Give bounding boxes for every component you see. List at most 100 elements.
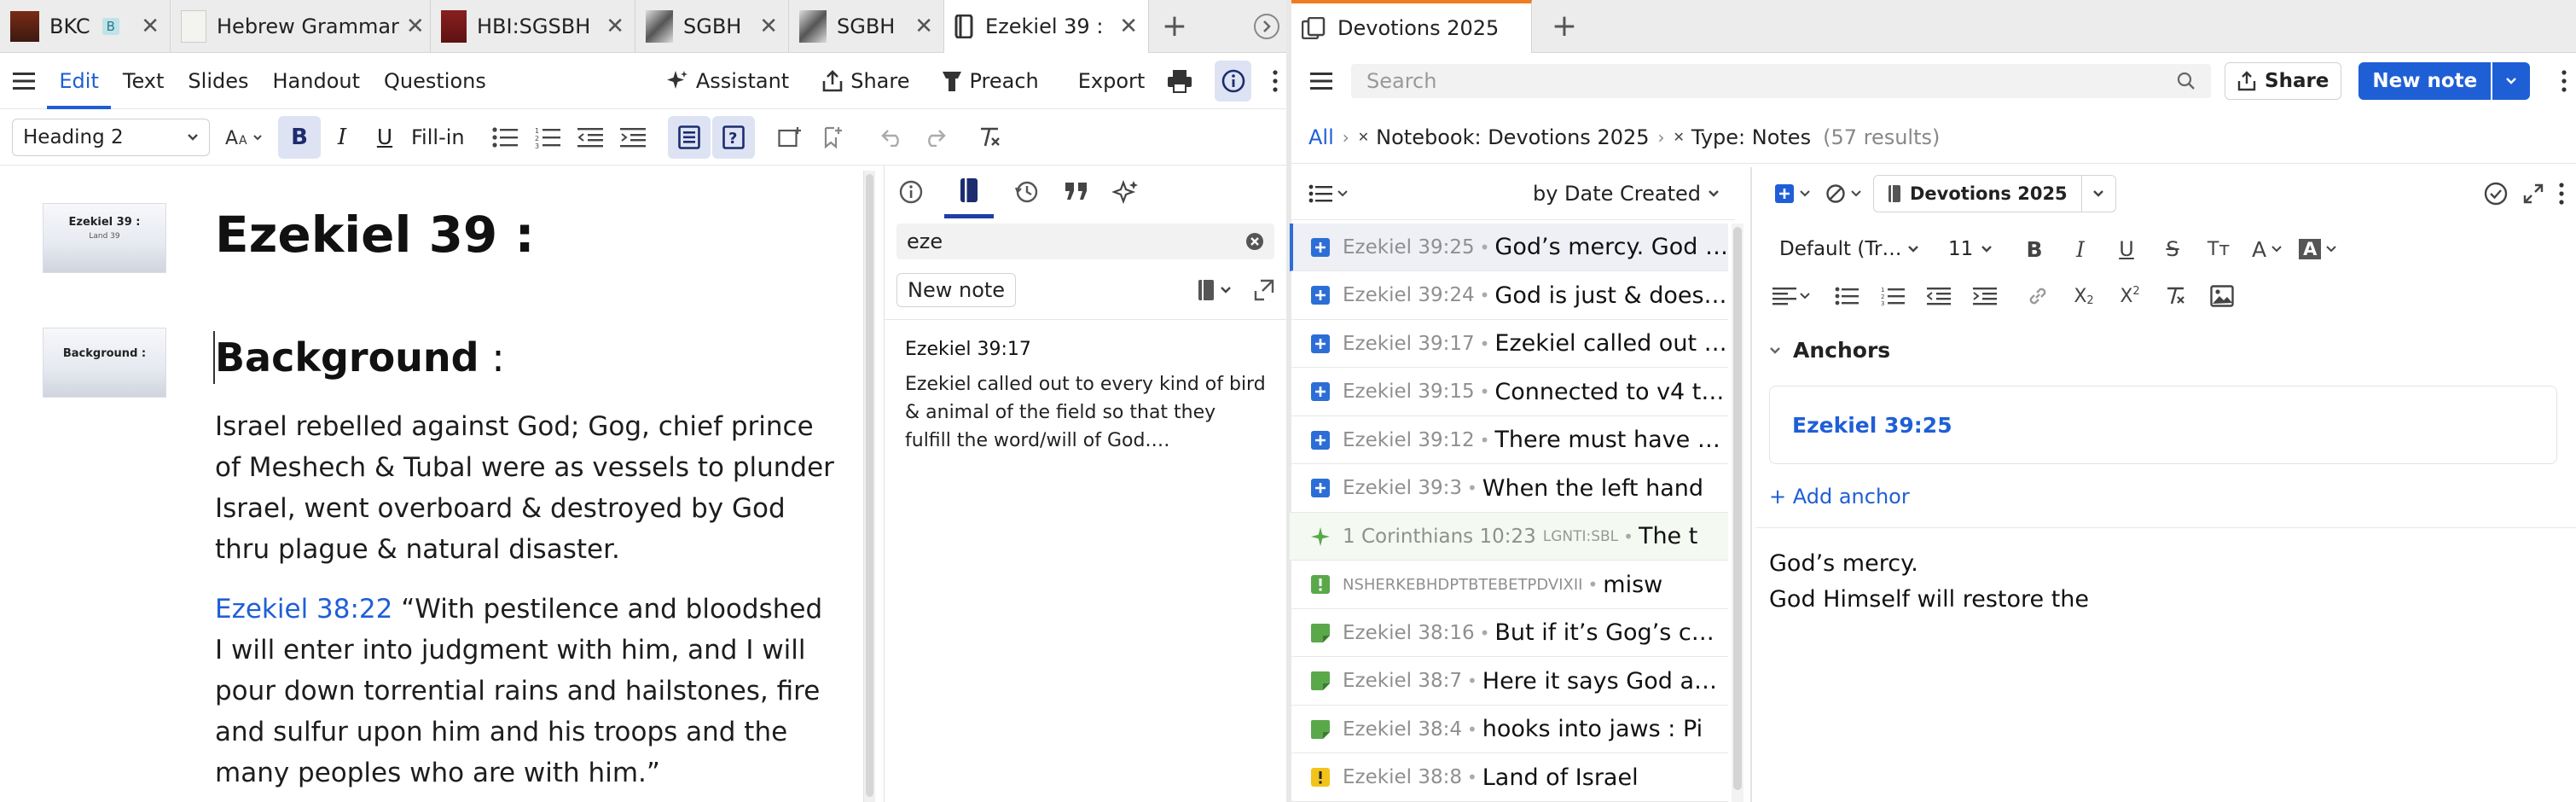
close-icon[interactable]: ✕: [599, 14, 624, 39]
tab-hebrew-grammar[interactable]: Hebrew Grammar ✕: [171, 0, 431, 53]
expand-icon[interactable]: [2523, 183, 2544, 204]
add-anchor-button[interactable]: + Add anchor: [1769, 485, 1910, 509]
underline-icon[interactable]: U: [363, 116, 406, 159]
notebook-select[interactable]: Devotions 2025: [1873, 175, 2082, 212]
side-result-item[interactable]: Ezekiel 39:17 Ezekiel called out to ever…: [885, 320, 1286, 474]
notebook-picker[interactable]: [1198, 279, 1232, 301]
list-item[interactable]: Ezekiel 38:7 • Here it says God asks: [1290, 658, 1728, 706]
outdent-icon[interactable]: [1917, 275, 1960, 317]
list-scrollbar[interactable]: [1732, 224, 1743, 802]
list-item[interactable]: NSHERKEBHDPTBTEBETPDVIXII • misw: [1290, 561, 1728, 609]
close-icon[interactable]: ✕: [134, 14, 160, 39]
font-size-icon[interactable]: AA: [218, 116, 271, 159]
hamburger-menu-icon[interactable]: [0, 55, 47, 108]
notebook-icon[interactable]: [944, 166, 994, 218]
menu-edit[interactable]: Edit: [47, 53, 111, 109]
filter-all[interactable]: All: [1308, 125, 1334, 149]
outdent-icon[interactable]: [569, 116, 612, 159]
menu-questions[interactable]: Questions: [372, 55, 498, 108]
document-heading[interactable]: Background :: [215, 329, 505, 386]
notebook-dropdown[interactable]: [2081, 175, 2116, 212]
redo-icon[interactable]: [914, 116, 956, 159]
add-tab-button[interactable]: +: [1157, 9, 1192, 44]
strikethrough-icon[interactable]: S: [2151, 228, 2194, 270]
menu-slides[interactable]: Slides: [176, 55, 260, 108]
clear-formatting-icon[interactable]: [2155, 275, 2197, 317]
add-tab-button[interactable]: +: [1547, 9, 1581, 44]
underline-icon[interactable]: U: [2105, 228, 2148, 270]
bullet-list-icon[interactable]: [1825, 275, 1868, 317]
close-icon[interactable]: ✕: [399, 14, 425, 39]
add-slide-icon[interactable]: [769, 116, 811, 159]
tab-devotions-2025[interactable]: Devotions 2025: [1291, 0, 1532, 53]
insert-image-icon[interactable]: [2201, 275, 2243, 317]
bold-icon[interactable]: B: [2013, 228, 2056, 270]
history-icon[interactable]: [1011, 179, 1043, 205]
preach-button[interactable]: Preach: [942, 69, 1039, 93]
document-title[interactable]: Ezekiel 39 :: [215, 205, 535, 264]
bold-icon[interactable]: B: [278, 115, 321, 159]
editor-scrollbar[interactable]: [863, 171, 875, 802]
more-vertical-icon[interactable]: [2556, 70, 2573, 92]
numbered-list-icon[interactable]: 123: [526, 116, 569, 159]
close-icon[interactable]: ✕: [1112, 14, 1138, 39]
sparkle-icon[interactable]: [1110, 179, 1142, 205]
export-button[interactable]: Export: [1078, 69, 1146, 93]
highlight-color-button[interactable]: A: [2299, 239, 2337, 259]
notes-share-button[interactable]: Share: [2225, 62, 2342, 100]
undo-icon[interactable]: [871, 116, 914, 159]
font-family-select[interactable]: Default (Tr…: [1769, 230, 1929, 268]
list-item[interactable]: Ezekiel 38:8 • Land of Israel: [1290, 754, 1728, 802]
filter-chip-notebook[interactable]: ✕ Notebook: Devotions 2025: [1358, 125, 1650, 149]
question-block-icon[interactable]: ?: [711, 115, 755, 159]
paragraph-style-select[interactable]: Heading 2: [12, 118, 210, 156]
notes-search-input[interactable]: Search: [1351, 64, 2211, 98]
list-item[interactable]: Ezekiel 39:3 • When the left hand: [1290, 465, 1728, 513]
insert-button[interactable]: [1774, 183, 1810, 204]
list-item[interactable]: Ezekiel 39:17•Ezekiel called out to ever…: [1290, 320, 1728, 368]
document-paragraph-2[interactable]: Ezekiel 38:22 “With pestilence and blood…: [215, 589, 838, 793]
menu-handout[interactable]: Handout: [261, 55, 373, 108]
list-item[interactable]: Ezekiel 38:4 • hooks into jaws : Pi: [1290, 706, 1728, 753]
print-icon[interactable]: [1167, 69, 1192, 93]
view-mode-button[interactable]: [1308, 184, 1348, 203]
tab-sgbh-2[interactable]: SGBH ✕: [789, 0, 944, 53]
list-item[interactable]: Ezekiel 39:24 • God is just & does not: [1290, 272, 1728, 320]
anchor-link[interactable]: Ezekiel 39:25: [1792, 413, 1952, 438]
bookmark-add-icon[interactable]: [811, 116, 854, 159]
subscript-icon[interactable]: X2: [2063, 275, 2105, 317]
new-note-button[interactable]: New note: [2358, 62, 2492, 100]
remove-filter-icon[interactable]: ✕: [1358, 129, 1369, 145]
tab-hbi-sgsbh[interactable]: HBI:SGSBH ✕: [431, 0, 635, 53]
text-block-icon[interactable]: [667, 115, 711, 159]
anchors-section-header[interactable]: Anchors: [1769, 338, 1890, 363]
note-body[interactable]: God’s mercy. God Himself will restore th…: [1769, 546, 2554, 618]
side-search-box[interactable]: eze: [896, 224, 1274, 259]
tab-sgbh-1[interactable]: SGBH ✕: [635, 0, 789, 53]
superscript-icon[interactable]: X2: [2109, 275, 2151, 317]
text-transform-icon[interactable]: Tт: [2197, 228, 2240, 270]
sort-select[interactable]: by Date Created: [1533, 182, 1720, 206]
close-icon[interactable]: ✕: [752, 14, 778, 39]
tab-bkc[interactable]: BKC B ✕: [0, 0, 171, 53]
text-color-button[interactable]: A: [2252, 237, 2282, 262]
filter-chip-type[interactable]: ✕ Type: Notes: [1674, 125, 1812, 149]
list-item[interactable]: Ezekiel 38:16 • But if it’s Gog’s choice: [1290, 609, 1728, 657]
slide-thumbnail-2[interactable]: Background :: [43, 328, 166, 398]
hamburger-menu-icon[interactable]: [1291, 55, 1351, 108]
clear-search-icon[interactable]: [1245, 232, 1264, 251]
remove-filter-icon[interactable]: ✕: [1674, 129, 1685, 145]
info-icon[interactable]: [895, 179, 927, 205]
side-new-note-button[interactable]: New note: [896, 273, 1017, 307]
list-item[interactable]: Ezekiel 39:12•There must have been: [1290, 416, 1728, 464]
scrollbar-thumb[interactable]: [866, 174, 873, 797]
list-item[interactable]: Ezekiel 39:15•Connected to v4 the birds: [1290, 369, 1728, 416]
tab-ezekiel-39[interactable]: Ezekiel 39 : ✕: [944, 0, 1149, 53]
new-note-dropdown[interactable]: [2492, 62, 2531, 100]
share-button[interactable]: Share: [821, 69, 909, 93]
close-icon[interactable]: ✕: [908, 14, 933, 39]
document-paragraph-1[interactable]: Israel rebelled against God; Gog, chief …: [215, 406, 838, 570]
link-icon[interactable]: [2016, 275, 2059, 317]
menu-text[interactable]: Text: [111, 55, 177, 108]
check-circle-icon[interactable]: [2484, 182, 2508, 206]
